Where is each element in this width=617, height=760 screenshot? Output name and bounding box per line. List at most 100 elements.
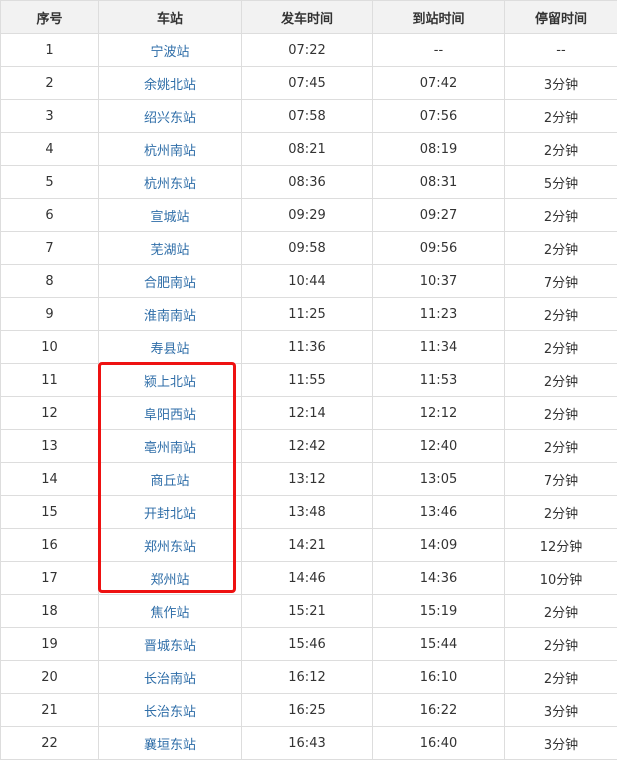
station-link[interactable]: 商丘站 (150, 474, 189, 489)
station-link[interactable]: 亳州南站 (144, 441, 196, 456)
station-link[interactable]: 宁波站 (150, 45, 189, 60)
cell-seq: 8 (1, 265, 99, 298)
cell-stop-duration: 3分钟 (505, 727, 617, 760)
header-row: 序号 车站 发车时间 到站时间 停留时间 (1, 1, 617, 34)
cell-station: 亳州南站 (99, 430, 242, 463)
station-link[interactable]: 郑州站 (150, 573, 189, 588)
station-link[interactable]: 杭州东站 (144, 177, 196, 192)
cell-seq: 20 (1, 661, 99, 694)
cell-depart-time: 07:58 (242, 100, 373, 133)
cell-depart-time: 11:25 (242, 298, 373, 331)
cell-arrive-time: 16:22 (373, 694, 505, 727)
table-row: 15 开封北站 13:4813:462分钟 (1, 496, 617, 529)
cell-station: 阜阳西站 (99, 397, 242, 430)
station-link[interactable]: 阜阳西站 (144, 408, 196, 423)
station-link[interactable]: 余姚北站 (144, 78, 196, 93)
cell-seq: 3 (1, 100, 99, 133)
cell-stop-duration: 2分钟 (505, 496, 617, 529)
station-link[interactable]: 郑州东站 (144, 540, 196, 555)
cell-depart-time: 08:21 (242, 133, 373, 166)
cell-depart-time: 13:12 (242, 463, 373, 496)
station-link[interactable]: 芜湖站 (150, 243, 189, 258)
cell-arrive-time: 07:56 (373, 100, 505, 133)
station-link[interactable]: 开封北站 (144, 507, 196, 522)
cell-arrive-time: 15:19 (373, 595, 505, 628)
cell-stop-duration: 2分钟 (505, 232, 617, 265)
cell-stop-duration: 2分钟 (505, 133, 617, 166)
table-row: 2余姚北站07:4507:423分钟 (1, 67, 617, 100)
station-link[interactable]: 杭州南站 (144, 144, 196, 159)
cell-depart-time: 14:21 (242, 529, 373, 562)
station-link[interactable]: 长治南站 (144, 672, 196, 687)
cell-seq: 12 (1, 397, 99, 430)
cell-depart-time: 09:29 (242, 199, 373, 232)
station-link[interactable]: 绍兴东站 (144, 111, 196, 126)
header-arrive-time: 到站时间 (373, 1, 505, 34)
header-seq: 序号 (1, 1, 99, 34)
cell-depart-time: 10:44 (242, 265, 373, 298)
cell-seq: 15 (1, 496, 99, 529)
cell-depart-time: 15:46 (242, 628, 373, 661)
table-row: 20长治南站16:1216:102分钟 (1, 661, 617, 694)
cell-stop-duration: 10分钟 (505, 562, 617, 595)
cell-seq: 4 (1, 133, 99, 166)
cell-depart-time: 13:48 (242, 496, 373, 529)
cell-station: 开封北站 (99, 496, 242, 529)
cell-seq: 7 (1, 232, 99, 265)
cell-station: 绍兴东站 (99, 100, 242, 133)
cell-arrive-time: 13:46 (373, 496, 505, 529)
cell-station: 余姚北站 (99, 67, 242, 100)
cell-stop-duration: 3分钟 (505, 694, 617, 727)
table-row: 11颍上北站11:5511:532分钟 (1, 364, 617, 397)
table-row: 3绍兴东站07:5807:562分钟 (1, 100, 617, 133)
station-link[interactable]: 淮南南站 (144, 309, 196, 324)
cell-stop-duration: 2分钟 (505, 331, 617, 364)
cell-station: 商丘站 (99, 463, 242, 496)
cell-stop-duration: -- (505, 34, 617, 67)
station-link[interactable]: 焦作站 (150, 606, 189, 621)
cell-station: 晋城东站 (99, 628, 242, 661)
cell-station: 郑州东站 (99, 529, 242, 562)
header-station: 车站 (99, 1, 242, 34)
table-body: 1宁波站07:22----2余姚北站07:4507:423分钟3绍兴东站07:5… (1, 34, 617, 760)
cell-arrive-time: 09:27 (373, 199, 505, 232)
cell-station: 淮南南站 (99, 298, 242, 331)
cell-depart-time: 09:58 (242, 232, 373, 265)
station-link[interactable]: 颍上北站 (144, 375, 196, 390)
cell-arrive-time: 08:19 (373, 133, 505, 166)
station-link[interactable]: 寿县站 (150, 342, 189, 357)
cell-station: 长治东站 (99, 694, 242, 727)
cell-station: 芜湖站 (99, 232, 242, 265)
cell-depart-time: 15:21 (242, 595, 373, 628)
cell-seq: 1 (1, 34, 99, 67)
cell-seq: 18 (1, 595, 99, 628)
cell-seq: 10 (1, 331, 99, 364)
cell-depart-time: 07:45 (242, 67, 373, 100)
header-depart-time: 发车时间 (242, 1, 373, 34)
cell-seq: 13 (1, 430, 99, 463)
table-row: 4 杭州南站 08:2108:192分钟 (1, 133, 617, 166)
station-link[interactable]: 襄垣东站 (144, 738, 196, 753)
cell-arrive-time: 11:23 (373, 298, 505, 331)
cell-seq: 9 (1, 298, 99, 331)
station-link[interactable]: 合肥南站 (144, 276, 196, 291)
cell-stop-duration: 3分钟 (505, 67, 617, 100)
table-row: 18焦作站15:2115:192分钟 (1, 595, 617, 628)
station-link[interactable]: 宣城站 (150, 210, 189, 225)
cell-station: 宁波站 (99, 34, 242, 67)
cell-stop-duration: 2分钟 (505, 199, 617, 232)
cell-station: 焦作站 (99, 595, 242, 628)
cell-stop-duration: 2分钟 (505, 661, 617, 694)
cell-stop-duration: 5分钟 (505, 166, 617, 199)
cell-arrive-time: 16:40 (373, 727, 505, 760)
cell-station: 长治南站 (99, 661, 242, 694)
cell-arrive-time: 14:36 (373, 562, 505, 595)
cell-station: 杭州南站 (99, 133, 242, 166)
cell-stop-duration: 12分钟 (505, 529, 617, 562)
cell-arrive-time: -- (373, 34, 505, 67)
station-link[interactable]: 晋城东站 (144, 639, 196, 654)
cell-depart-time: 14:46 (242, 562, 373, 595)
station-link[interactable]: 长治东站 (144, 705, 196, 720)
table-row: 21长治东站16:2516:223分钟 (1, 694, 617, 727)
cell-arrive-time: 08:31 (373, 166, 505, 199)
